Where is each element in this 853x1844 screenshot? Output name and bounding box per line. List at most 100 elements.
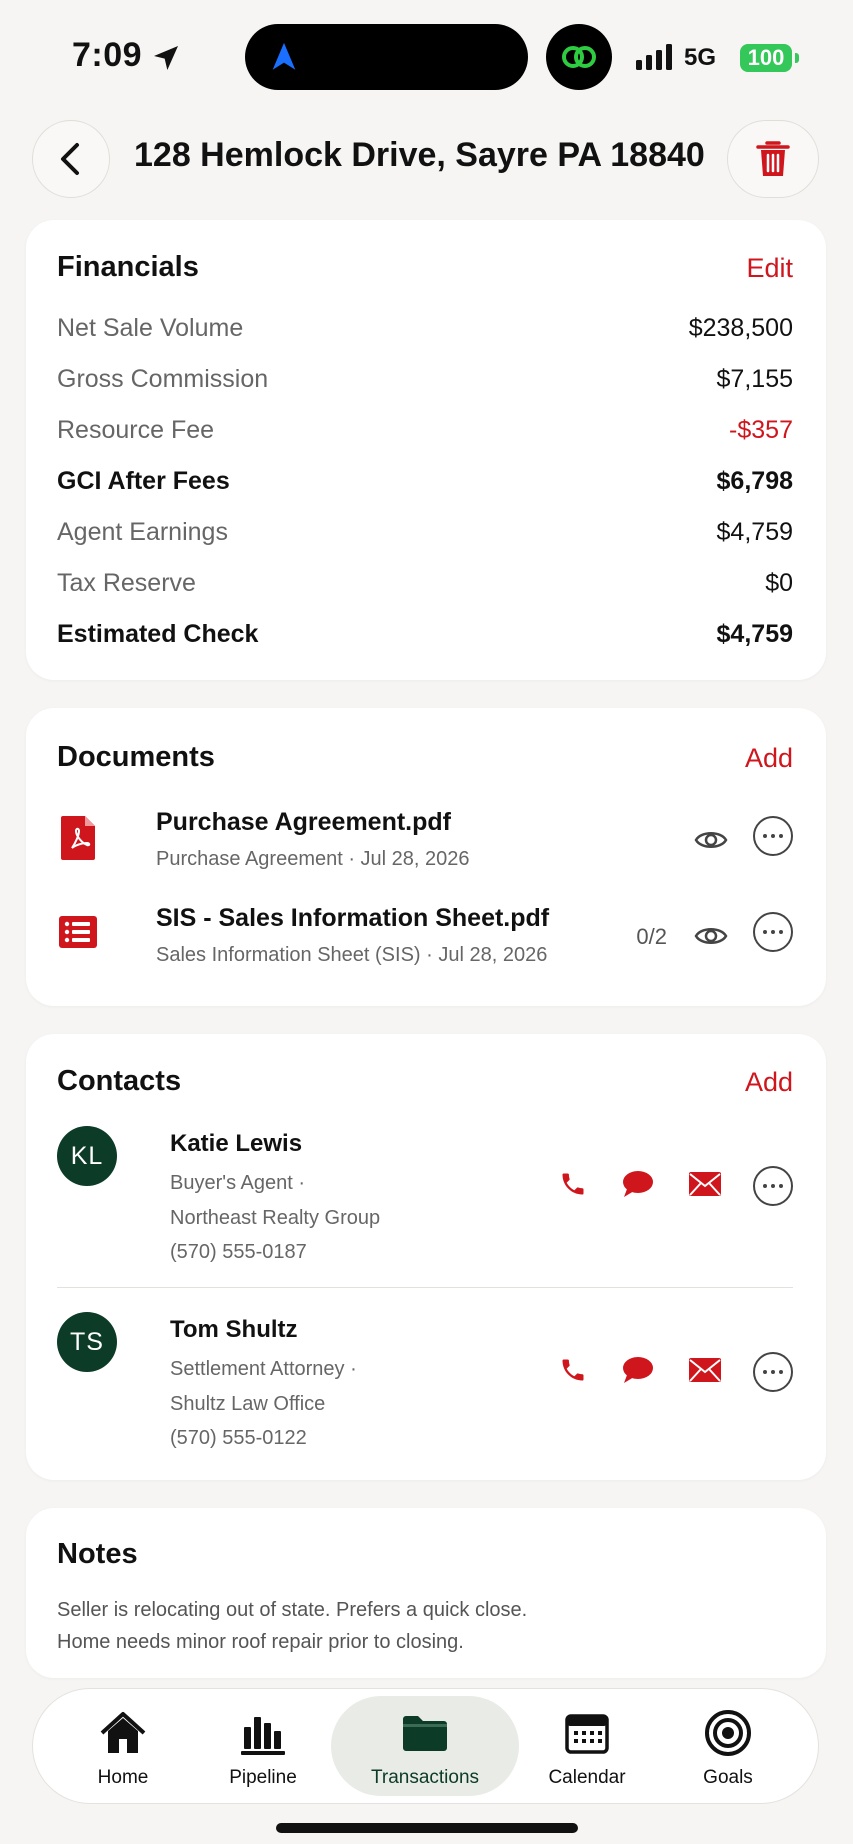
tab-label: Goals (703, 1767, 753, 1788)
mail-icon (689, 1358, 721, 1382)
chat-bubble-icon (623, 1357, 653, 1383)
view-document-eye-icon[interactable] (693, 918, 729, 954)
call-button[interactable] (553, 1164, 593, 1204)
financial-label: Net Sale Volume (57, 313, 244, 342)
call-button[interactable] (553, 1350, 593, 1390)
avatar: TS (57, 1312, 117, 1372)
more-options-icon[interactable] (753, 816, 793, 856)
chevron-left-icon (61, 143, 79, 175)
financial-label: Tax Reserve (57, 568, 196, 597)
phone-icon (562, 1359, 584, 1381)
chat-bubble-icon (623, 1171, 653, 1197)
tab-label: Calendar (548, 1767, 626, 1788)
financial-row-gci-after-fees: GCI After Fees $6,798 (57, 461, 793, 501)
financial-value: $4,759 (716, 517, 793, 546)
documents-title: Documents (57, 741, 215, 773)
notes-title: Notes (57, 1538, 138, 1570)
pdf-file-icon (61, 816, 95, 860)
tab-home[interactable]: Home (48, 1689, 198, 1803)
mail-icon (689, 1172, 721, 1196)
bottom-tab-bar: Home Pipeline Transactions Calendar Goal… (32, 1688, 819, 1804)
status-bar: 7:09 5G 100 (0, 0, 853, 110)
financial-label: Estimated Check (57, 619, 259, 648)
avatar: KL (57, 1126, 117, 1186)
tab-calendar[interactable]: Calendar (512, 1689, 662, 1803)
contact-company: Northeast Realty Group (170, 1207, 381, 1229)
tab-goals[interactable]: Goals (653, 1689, 803, 1803)
contact-row[interactable]: TS Tom Shultz Settlement Attorney · Shul… (57, 1312, 793, 1472)
notes-card: Notes Seller is relocating out of state.… (26, 1508, 826, 1678)
financial-value: $0 (765, 568, 793, 597)
view-document-eye-icon[interactable] (693, 822, 729, 858)
financial-row-tax-reserve: Tax Reserve $0 (57, 563, 793, 603)
more-options-icon[interactable] (753, 1166, 793, 1206)
financial-row-resource-fee: Resource Fee -$357 (57, 410, 793, 450)
financial-label: Gross Commission (57, 364, 269, 393)
linked-rings-icon (562, 46, 596, 68)
financial-row-gross-commission: Gross Commission $7,155 (57, 359, 793, 399)
network-type: 5G (684, 44, 717, 71)
dynamic-island (245, 24, 528, 90)
home-indicator (276, 1823, 578, 1833)
navigation-arrow-icon (272, 42, 296, 70)
notes-line: Home needs minor roof repair prior to cl… (57, 1631, 464, 1653)
contact-phone: (570) 555-0187 (170, 1241, 307, 1263)
email-button[interactable] (685, 1350, 725, 1390)
delete-button[interactable] (727, 120, 819, 198)
contact-name: Katie Lewis (170, 1130, 303, 1157)
document-signature-count: 0/2 (636, 924, 667, 949)
list-form-icon (59, 916, 97, 948)
document-subtitle: Sales Information Sheet (SIS) · Jul 28, … (156, 944, 548, 966)
battery-tip (795, 53, 799, 63)
document-name: SIS - Sales Information Sheet.pdf (156, 904, 550, 932)
edit-financials-button[interactable]: Edit (746, 253, 793, 284)
contacts-card: Contacts Add KL Katie Lewis Buyer's Agen… (26, 1034, 826, 1480)
location-arrow-icon (154, 46, 178, 70)
document-subtitle: Purchase Agreement · Jul 28, 2026 (156, 848, 470, 870)
more-options-icon[interactable] (753, 912, 793, 952)
contact-divider (57, 1287, 793, 1288)
financial-value: $6,798 (716, 466, 793, 495)
status-time: 7:09 (72, 36, 143, 74)
financial-value: -$357 (729, 415, 793, 444)
contact-role: Settlement Attorney · (170, 1358, 357, 1380)
contact-row[interactable]: KL Katie Lewis Buyer's Agent · Northeast… (57, 1126, 793, 1286)
financial-value: $238,500 (688, 313, 793, 342)
trash-icon (756, 141, 790, 176)
document-row[interactable]: SIS - Sales Information Sheet.pdf Sales … (57, 904, 793, 984)
financial-row-agent-earnings: Agent Earnings $4,759 (57, 512, 793, 552)
calendar-icon (565, 1714, 609, 1754)
more-options-icon[interactable] (753, 1352, 793, 1392)
add-contact-button[interactable]: Add (745, 1067, 793, 1098)
notes-line: Seller is relocating out of state. Prefe… (57, 1599, 528, 1621)
financials-title: Financials (57, 251, 199, 283)
document-row[interactable]: Purchase Agreement.pdf Purchase Agreemen… (57, 808, 793, 888)
tab-label: Pipeline (229, 1767, 297, 1788)
documents-card: Documents Add Purchase Agreement.pdf Pur… (26, 708, 826, 1006)
financial-label: Agent Earnings (57, 517, 228, 546)
email-button[interactable] (685, 1164, 725, 1204)
home-icon (100, 1712, 146, 1753)
contact-company: Shultz Law Office (170, 1393, 326, 1415)
financial-value: $7,155 (716, 364, 793, 393)
notes-body: Seller is relocating out of state. Prefe… (57, 1594, 777, 1658)
financial-row-net-sale-volume: Net Sale Volume $238,500 (57, 308, 793, 348)
tab-label: Home (97, 1767, 149, 1788)
document-name: Purchase Agreement.pdf (156, 808, 451, 836)
contact-name: Tom Shultz (170, 1316, 298, 1343)
message-button[interactable] (618, 1164, 658, 1204)
page-title: 128 Hemlock Drive, Sayre PA 18840 (134, 136, 705, 174)
message-button[interactable] (618, 1350, 658, 1390)
signal-bars-icon (636, 44, 672, 70)
financial-label: GCI After Fees (57, 466, 230, 495)
app-activity-indicator (546, 24, 612, 90)
contact-phone: (570) 555-0122 (170, 1427, 307, 1449)
add-document-button[interactable]: Add (745, 743, 793, 774)
battery-indicator: 100 (740, 44, 792, 72)
financial-row-estimated-check: Estimated Check $4,759 (57, 614, 793, 654)
contacts-title: Contacts (57, 1065, 182, 1097)
tab-transactions[interactable]: Transactions (331, 1696, 519, 1796)
back-button[interactable] (32, 120, 110, 198)
tab-pipeline[interactable]: Pipeline (188, 1689, 338, 1803)
contact-role: Buyer's Agent · (170, 1172, 305, 1194)
